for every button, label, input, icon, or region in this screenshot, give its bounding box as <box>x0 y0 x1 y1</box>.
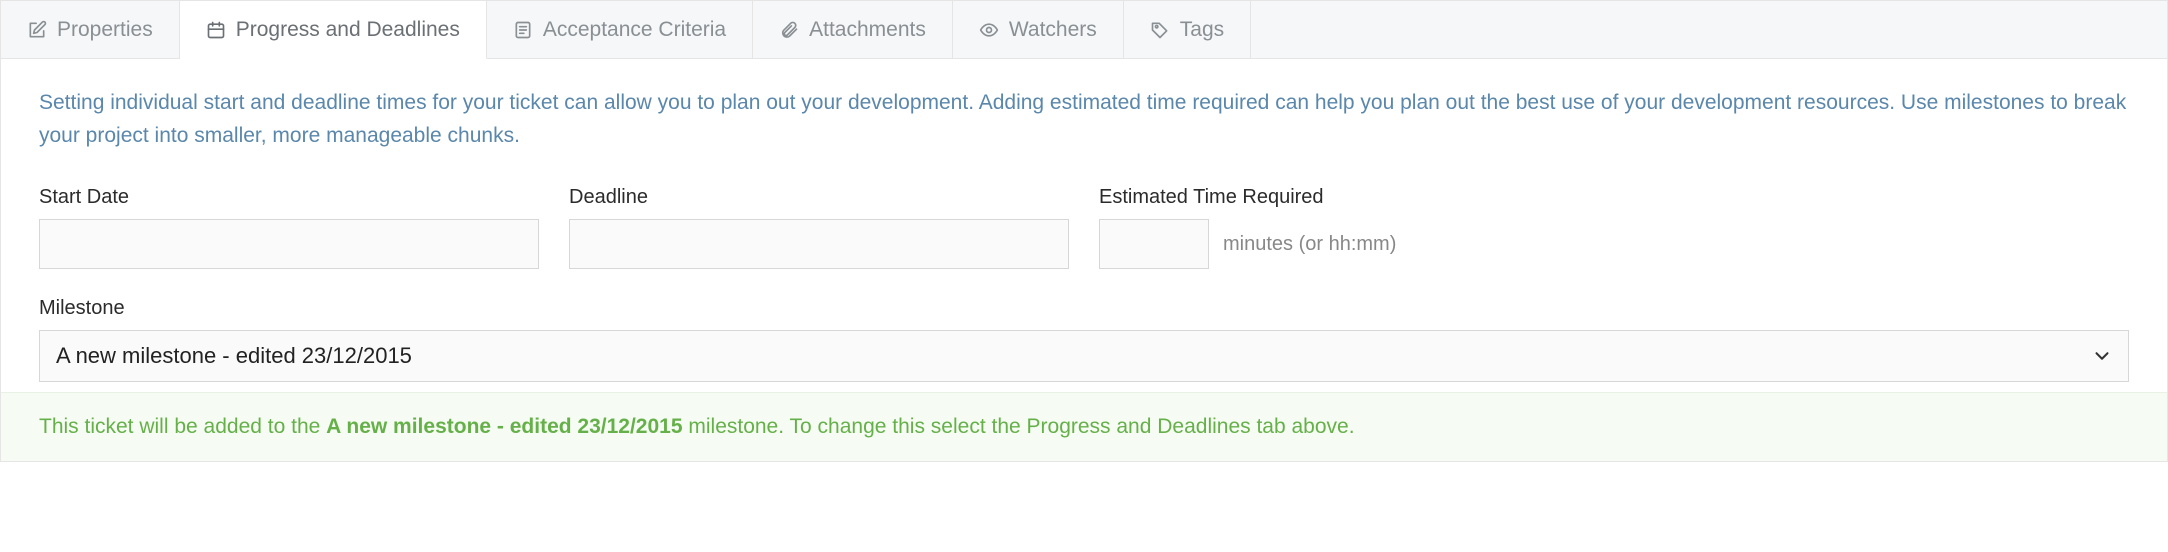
deadline-field: Deadline <box>569 186 1069 269</box>
tab-label: Attachments <box>809 19 926 40</box>
date-row: Start Date Deadline Estimated Time Requi… <box>39 186 2129 269</box>
tab-watchers[interactable]: Watchers <box>953 1 1124 58</box>
tab-label: Tags <box>1180 19 1224 40</box>
tab-bar: Properties Progress and Deadlines Accept… <box>1 1 2167 59</box>
ticket-settings-panel: Properties Progress and Deadlines Accept… <box>0 0 2168 462</box>
start-date-label: Start Date <box>39 186 539 209</box>
milestone-select-value: A new milestone - edited 23/12/2015 <box>56 343 412 369</box>
tab-acceptance-criteria[interactable]: Acceptance Criteria <box>487 1 753 58</box>
tag-icon <box>1150 20 1170 40</box>
milestone-select-wrap: A new milestone - edited 23/12/2015 <box>39 330 2129 382</box>
notice-suffix: milestone. To change this select the Pro… <box>683 415 1355 438</box>
tab-content: Setting individual start and deadline ti… <box>1 59 2167 392</box>
tab-tags[interactable]: Tags <box>1124 1 1251 58</box>
tab-label: Progress and Deadlines <box>236 19 460 40</box>
tab-label: Watchers <box>1009 19 1097 40</box>
deadline-input[interactable] <box>569 219 1069 269</box>
document-icon <box>513 20 533 40</box>
tab-attachments[interactable]: Attachments <box>753 1 953 58</box>
edit-icon <box>27 20 47 40</box>
start-date-input[interactable] <box>39 219 539 269</box>
milestone-label: Milestone <box>39 297 2129 320</box>
tab-properties[interactable]: Properties <box>1 1 180 58</box>
estimated-time-label: Estimated Time Required <box>1099 186 1396 209</box>
milestone-field: Milestone A new milestone - edited 23/12… <box>39 297 2129 382</box>
tab-progress-and-deadlines[interactable]: Progress and Deadlines <box>180 1 487 59</box>
help-text: Setting individual start and deadline ti… <box>39 87 2129 152</box>
calendar-icon <box>206 20 226 40</box>
milestone-notice: This ticket will be added to the A new m… <box>1 392 2167 461</box>
paperclip-icon <box>779 20 799 40</box>
tab-label: Acceptance Criteria <box>543 19 726 40</box>
start-date-field: Start Date <box>39 186 539 269</box>
deadline-label: Deadline <box>569 186 1069 209</box>
notice-milestone-name: A new milestone - edited 23/12/2015 <box>326 415 682 438</box>
estimated-time-hint: minutes (or hh:mm) <box>1223 233 1396 256</box>
eye-icon <box>979 20 999 40</box>
estimated-time-wrap: minutes (or hh:mm) <box>1099 219 1396 269</box>
tab-label: Properties <box>57 19 153 40</box>
estimated-time-field: Estimated Time Required minutes (or hh:m… <box>1099 186 1396 269</box>
estimated-time-input[interactable] <box>1099 219 1209 269</box>
milestone-select[interactable]: A new milestone - edited 23/12/2015 <box>39 330 2129 382</box>
notice-prefix: This ticket will be added to the <box>39 415 326 438</box>
